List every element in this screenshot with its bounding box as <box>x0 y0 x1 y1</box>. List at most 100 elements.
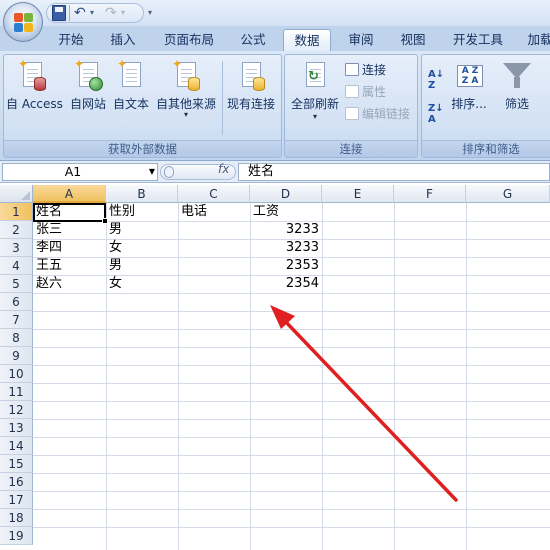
row-header-7[interactable]: 7 <box>0 311 33 329</box>
from-other-sources-label: 自其他来源 <box>155 97 216 111</box>
office-button[interactable] <box>3 2 43 42</box>
column-header-f[interactable]: F <box>394 185 466 203</box>
cell-b3[interactable]: 女 <box>109 239 177 257</box>
cell-d4[interactable]: 2353 <box>250 257 319 275</box>
tab-home[interactable]: 开始 <box>50 29 92 51</box>
column-header-a[interactable]: A <box>33 185 106 203</box>
from-text-button[interactable]: ✦ 自文本 <box>107 57 155 111</box>
formula-bar: A1 ▼ fx 姓名 <box>0 161 550 183</box>
tab-review[interactable]: 审阅 <box>340 29 382 51</box>
tab-view[interactable]: 视图 <box>392 29 434 51</box>
redo-icon[interactable]: ↷ <box>105 5 119 21</box>
row-header-9[interactable]: 9 <box>0 347 33 365</box>
existing-connections-label: 现有连接 <box>226 97 275 111</box>
cell-a5[interactable]: 赵六 <box>36 275 104 293</box>
fill-handle[interactable] <box>102 218 108 224</box>
tab-developer[interactable]: 开发工具 <box>446 29 510 51</box>
from-web-button[interactable]: ✦ 自网站 <box>63 57 113 111</box>
row-header-1[interactable]: 1 <box>0 203 33 221</box>
row-header-19[interactable]: 19 <box>0 527 33 545</box>
row-header-2[interactable]: 2 <box>0 221 33 239</box>
edit-links-button[interactable]: 编辑链接 <box>345 105 410 123</box>
refresh-all-button[interactable]: ↻ 全部刷新 ▾ <box>287 59 343 121</box>
sort-ascending-icon[interactable]: A↓ Z <box>428 69 444 91</box>
from-access-label: 自 Access <box>6 97 63 111</box>
existing-connections-button[interactable]: 现有连接 <box>223 59 279 111</box>
connections-label: 连接 <box>362 63 387 77</box>
row-header-15[interactable]: 15 <box>0 455 33 473</box>
sort-descending-icon[interactable]: Z↓ A <box>428 103 444 125</box>
row-header-5[interactable]: 5 <box>0 275 33 293</box>
select-all-button[interactable] <box>0 185 33 203</box>
group-label-connections: 连接 <box>285 140 417 157</box>
row-header-18[interactable]: 18 <box>0 509 33 527</box>
cell-c1[interactable]: 电话 <box>181 203 249 221</box>
refresh-icon: ↻ <box>301 59 329 91</box>
row-header-16[interactable]: 16 <box>0 473 33 491</box>
undo-icon[interactable]: ↶ <box>74 5 88 21</box>
gridline <box>322 203 323 550</box>
gridline <box>466 203 467 550</box>
cell-b5[interactable]: 女 <box>109 275 177 293</box>
tab-page-layout[interactable]: 页面布局 <box>158 29 220 51</box>
filter-button[interactable]: 筛选 <box>494 59 540 111</box>
chevron-down-icon[interactable]: ▼ <box>149 164 155 180</box>
column-header-c[interactable]: C <box>178 185 250 203</box>
column-header-b[interactable]: B <box>106 185 178 203</box>
tab-formulas[interactable]: 公式 <box>232 29 274 51</box>
gridline <box>33 329 550 330</box>
from-access-button[interactable]: ✦ 自 Access <box>6 57 63 111</box>
insert-function-icon[interactable]: fx <box>218 162 229 176</box>
cell-d3[interactable]: 3233 <box>250 239 319 257</box>
gridline <box>33 437 550 438</box>
active-cell-border <box>33 203 106 222</box>
customize-toolbar-icon[interactable]: ▾ <box>148 5 156 21</box>
row-header-11[interactable]: 11 <box>0 383 33 401</box>
from-web-label: 自网站 <box>69 97 106 111</box>
access-icon: ✦ <box>18 57 46 91</box>
row-header-14[interactable]: 14 <box>0 437 33 455</box>
cell-a4[interactable]: 王五 <box>36 257 104 275</box>
row-header-8[interactable]: 8 <box>0 329 33 347</box>
cell-d5[interactable]: 2354 <box>250 275 319 293</box>
row-header-4[interactable]: 4 <box>0 257 33 275</box>
undo-dropdown-icon[interactable]: ▾ <box>90 5 98 21</box>
row-header-6[interactable]: 6 <box>0 293 33 311</box>
column-header-d[interactable]: D <box>250 185 322 203</box>
gridline <box>33 473 550 474</box>
name-box[interactable]: A1 ▼ <box>2 163 158 181</box>
redo-dropdown-icon[interactable]: ▾ <box>121 5 129 21</box>
gridline <box>33 527 550 528</box>
cell-b2[interactable]: 男 <box>109 221 177 239</box>
tab-insert[interactable]: 插入 <box>102 29 144 51</box>
row-header-13[interactable]: 13 <box>0 419 33 437</box>
from-other-sources-button[interactable]: ✦ 自其他来源 ▾ <box>154 57 218 119</box>
cell-d1[interactable]: 工资 <box>253 203 321 221</box>
properties-button[interactable]: 属性 <box>345 83 386 101</box>
tab-data[interactable]: 数据 <box>283 29 331 51</box>
sort-button[interactable]: A ZZ A 排序... <box>446 59 492 111</box>
cell-d2[interactable]: 3233 <box>250 221 319 239</box>
column-header-g[interactable]: G <box>466 185 550 203</box>
resize-handle-icon[interactable] <box>164 166 174 178</box>
row-header-10[interactable]: 10 <box>0 365 33 383</box>
edit-links-icon <box>345 107 359 120</box>
row-header-17[interactable]: 17 <box>0 491 33 509</box>
connections-button[interactable]: 连接 <box>345 61 386 79</box>
row-header-3[interactable]: 3 <box>0 239 33 257</box>
group-get-external-data: ✦ 自 Access ✦ 自网站 ✦ 自文本 ✦ 自其他来源 ▾ 现有连接 获取… <box>3 54 282 158</box>
worksheet-grid[interactable]: A B C D E F G 1 2 3 4 5 6 7 8 9 10 11 12… <box>0 183 550 550</box>
gridline <box>178 203 179 550</box>
tab-addins[interactable]: 加载 <box>522 29 550 51</box>
cell-b1[interactable]: 性别 <box>109 203 177 221</box>
cell-b4[interactable]: 男 <box>109 257 177 275</box>
other-sources-icon: ✦ <box>172 57 200 91</box>
cell-a3[interactable]: 李四 <box>36 239 104 257</box>
dropdown-arrow-icon: ▾ <box>312 112 317 121</box>
connections-icon <box>345 63 359 76</box>
formula-input[interactable]: 姓名 <box>238 163 550 181</box>
save-icon[interactable] <box>52 5 66 21</box>
column-header-e[interactable]: E <box>322 185 394 203</box>
row-header-12[interactable]: 12 <box>0 401 33 419</box>
cell-a2[interactable]: 张三 <box>36 221 104 239</box>
